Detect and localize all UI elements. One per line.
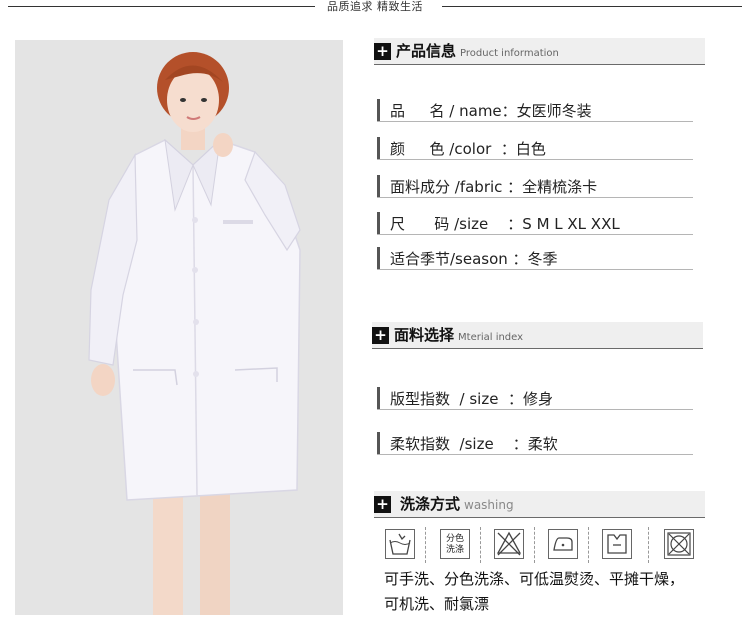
hand-right <box>213 133 233 157</box>
flat-dry-icon <box>602 529 632 559</box>
material-row-softness: 柔软指数 /size ：柔软 <box>377 428 693 455</box>
eye-right <box>201 98 207 102</box>
product-photo <box>15 40 343 615</box>
material-row-fit: 版型指数 / size ：修身 <box>377 383 693 410</box>
info-row-name: 品 名 / name：女医师冬装 <box>377 95 693 122</box>
icon-label: 分色 <box>445 534 464 544</box>
plus-icon: + <box>374 43 391 60</box>
washing-instructions-line2: 可机洗、耐氯漂 <box>384 595 490 613</box>
section-subtitle: washing <box>464 498 514 512</box>
section-title: 面料选择 Mterial index <box>394 324 523 345</box>
icon-separator <box>425 527 426 563</box>
washing-instructions-line1: 可手洗、分色洗涤、可低温熨烫、平摊干燥， <box>384 570 685 588</box>
icon-label: 洗涤 <box>445 545 464 555</box>
eye-left <box>180 98 186 102</box>
row-bar <box>377 212 380 234</box>
coat-button <box>192 217 198 223</box>
coat-button <box>193 371 199 377</box>
icon-separator <box>534 527 535 563</box>
section-title-text: 面料选择 <box>394 326 455 344</box>
info-row-fabric: 面料成分 /fabric ：全精梳涤卡 <box>377 171 693 198</box>
icon-separator <box>588 527 589 563</box>
plus-icon: + <box>372 327 389 344</box>
icon-separator <box>648 527 649 563</box>
section-subtitle: Product information <box>460 48 559 59</box>
section-title: 产品信息 Product information <box>396 40 559 61</box>
separate-color-wash-icon: 分色 洗涤 <box>440 529 470 559</box>
section-title: 洗涤方式 washing <box>400 493 514 514</box>
chest-pocket <box>223 220 253 224</box>
row-bar <box>377 137 380 159</box>
info-row-text: 颜 色 /color ：白色 <box>390 140 546 158</box>
face <box>167 68 219 132</box>
info-row-text: 适合季节/season ：冬季 <box>390 250 558 268</box>
hand-wash-icon <box>385 529 415 559</box>
info-row-color: 颜 色 /color ：白色 <box>377 133 693 160</box>
hand-left <box>91 364 115 396</box>
info-row-season: 适合季节/season ：冬季 <box>377 243 693 270</box>
info-row-text: 品 名 / name：女医师冬装 <box>390 102 592 120</box>
coat-button <box>192 267 198 273</box>
material-row-text: 版型指数 / size ：修身 <box>390 390 553 408</box>
section-header-washing: + 洗涤方式 washing <box>374 491 705 518</box>
info-row-size: 尺 码 /size ：S M L XL XXL <box>377 208 693 235</box>
section-header-material: + 面料选择 Mterial index <box>372 322 703 349</box>
row-bar <box>377 99 380 121</box>
model-illustration <box>88 52 301 615</box>
no-tumble-dry-icon <box>664 529 694 559</box>
material-row-text: 柔软指数 /size ：柔软 <box>390 435 558 453</box>
banner-slogan: 品质追求 精致生活 <box>327 0 423 13</box>
leg-left <box>153 490 183 615</box>
info-row-text: 尺 码 /size ：S M L XL XXL <box>390 215 620 233</box>
leg-right <box>200 490 230 615</box>
coat-button <box>193 319 199 325</box>
low-temp-iron-icon <box>548 529 578 559</box>
row-bar <box>377 247 380 269</box>
row-bar <box>377 387 380 409</box>
section-subtitle: Mterial index <box>458 332 524 343</box>
row-bar <box>377 432 380 454</box>
section-header-product-info: + 产品信息 Product information <box>374 38 705 65</box>
no-bleach-icon <box>494 529 524 559</box>
section-title-text: 产品信息 <box>396 42 457 60</box>
row-bar <box>377 175 380 197</box>
section-title-text: 洗涤方式 <box>400 495 461 513</box>
info-row-text: 面料成分 /fabric ：全精梳涤卡 <box>390 178 598 196</box>
plus-icon: + <box>374 496 391 513</box>
icon-separator <box>480 527 481 563</box>
